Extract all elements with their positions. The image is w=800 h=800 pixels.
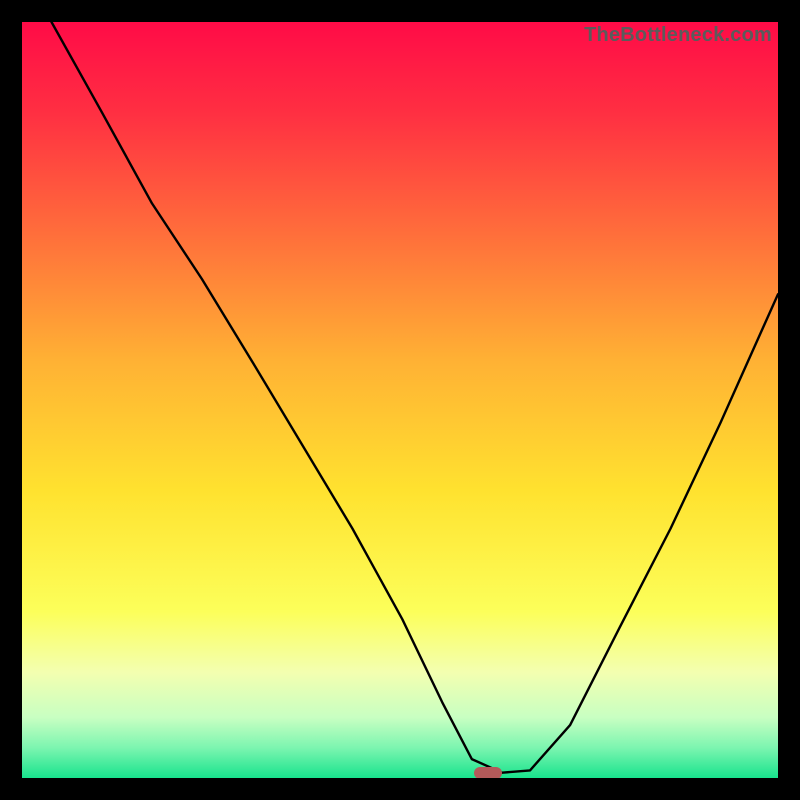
watermark-text: TheBottleneck.com — [584, 24, 772, 47]
gradient-background — [22, 22, 778, 778]
plot-area: TheBottleneck.com — [22, 22, 778, 778]
optimal-marker — [474, 767, 502, 778]
chart-frame: TheBottleneck.com — [0, 0, 800, 800]
